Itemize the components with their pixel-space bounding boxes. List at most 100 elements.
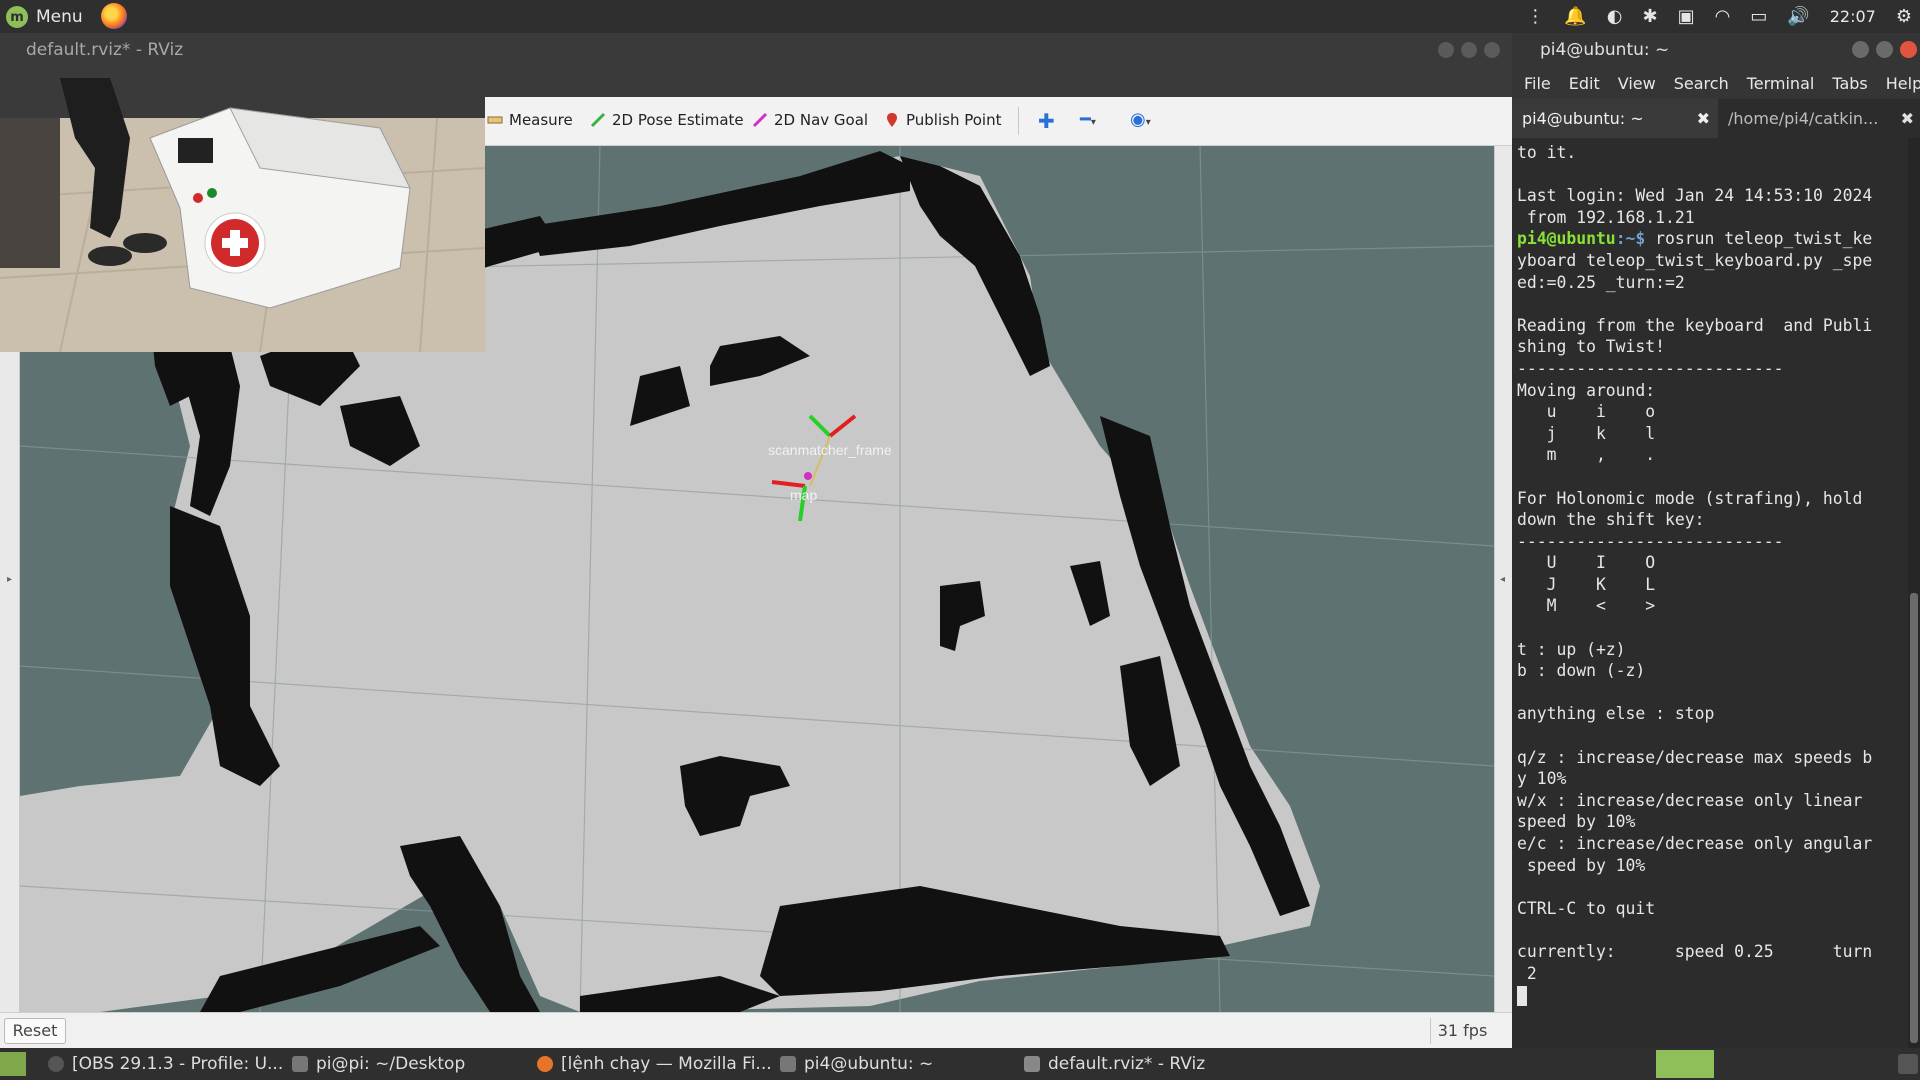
- taskbar-item-firefox[interactable]: [lệnh chạy — Mozilla Fi...: [537, 1048, 772, 1080]
- ruler-icon: [487, 116, 503, 124]
- terminal-minimize-button[interactable]: [1852, 41, 1869, 58]
- terminal-line: m , .: [1517, 445, 1656, 465]
- menu-tabs[interactable]: Tabs: [1832, 74, 1867, 93]
- terminal-line: Moving around:: [1517, 380, 1656, 400]
- rviz-titlebar[interactable]: default.rviz* - RViz: [0, 33, 1512, 67]
- menu-terminal[interactable]: Terminal: [1747, 74, 1815, 93]
- terminal-line: y 10%: [1517, 769, 1567, 789]
- menu-button[interactable]: m Menu: [6, 4, 83, 30]
- maximize-button[interactable]: [1461, 42, 1477, 58]
- top-panel: m Menu ⋮ 🔔 ◐ ✱ ▣ ◠ ▭ 🔊 22:07 ⚙: [0, 0, 1920, 33]
- settings-gear-icon[interactable]: ⚙: [1896, 6, 1912, 27]
- menu-edit[interactable]: Edit: [1569, 74, 1600, 93]
- taskbar-item-obs[interactable]: [OBS 29.1.3 - Profile: U...: [48, 1048, 283, 1080]
- terminal-line: U I O: [1517, 553, 1656, 573]
- volume-icon[interactable]: 🔊: [1787, 6, 1809, 27]
- linux-mint-logo-icon: m: [6, 6, 28, 28]
- terminal-tab-bar: pi4@ubuntu: ~ ✖ /home/pi4/catkin... ✖: [1512, 99, 1920, 138]
- scrollbar-thumb[interactable]: [1910, 593, 1918, 1043]
- workspace-indicator[interactable]: [1656, 1050, 1714, 1078]
- measure-tool[interactable]: Measure: [487, 111, 573, 129]
- prompt-path: :~$: [1615, 229, 1656, 249]
- terminal-line: to it.: [1517, 143, 1577, 162]
- add-tool-plus-icon[interactable]: ✚: [1038, 109, 1055, 133]
- close-button[interactable]: [1484, 42, 1500, 58]
- publish-point-label: Publish Point: [906, 111, 1002, 129]
- terminal-line: q/z : increase/decrease max speeds b: [1517, 747, 1873, 767]
- terminal-output[interactable]: to it. Last login: Wed Jan 24 14:53:10 20…: [1512, 138, 1908, 1048]
- terminal-line: CTRL-C to quit: [1517, 898, 1656, 918]
- terminal-window-title: pi4@ubuntu: ~: [1540, 40, 1670, 60]
- menu-help[interactable]: Help: [1886, 74, 1920, 93]
- tray-app-icon[interactable]: [1898, 1054, 1918, 1074]
- minimize-button[interactable]: [1438, 42, 1454, 58]
- robot-camera-image: [0, 78, 485, 352]
- terminal-lines-after: yboard teleop_twist_keyboard.py _spe ed:=…: [1517, 250, 1908, 984]
- green-arrow-icon: [590, 112, 606, 128]
- bluetooth-icon[interactable]: ✱: [1642, 6, 1657, 27]
- right-dock-collapse[interactable]: ◂: [1494, 146, 1512, 1012]
- terminal-tab-active[interactable]: pi4@ubuntu: ~ ✖: [1512, 99, 1718, 138]
- reset-button[interactable]: Reset: [4, 1018, 66, 1044]
- collapse-arrow-icon[interactable]: ◂: [1500, 574, 1505, 585]
- menu-search[interactable]: Search: [1674, 74, 1729, 93]
- app-indicator-icon[interactable]: ◐: [1607, 6, 1623, 27]
- frame-label-map: map: [790, 487, 817, 503]
- terminal-line: yboard teleop_twist_keyboard.py _spe: [1517, 250, 1873, 270]
- notification-bell-icon[interactable]: 🔔: [1564, 6, 1586, 27]
- system-tray: ⋮ 🔔 ◐ ✱ ▣ ◠ ▭ 🔊 22:07 ⚙: [1526, 0, 1912, 33]
- taskbar: [OBS 29.1.3 - Profile: U... pi@pi: ~/Des…: [0, 1048, 1920, 1080]
- dots-separator-icon: ⋮: [1526, 6, 1545, 27]
- terminal-line: currently: speed 0.25 turn: [1517, 941, 1873, 961]
- terminal-tab-inactive[interactable]: /home/pi4/catkin... ✖: [1718, 99, 1920, 138]
- terminal-lines-before: to it. Last login: Wed Jan 24 14:53:10 20…: [1517, 142, 1908, 228]
- nav-goal-tool[interactable]: 2D Nav Goal: [752, 111, 868, 129]
- terminal-maximize-button[interactable]: [1876, 41, 1893, 58]
- terminal-line: speed by 10%: [1517, 812, 1636, 832]
- expand-arrow-icon[interactable]: ▸: [7, 574, 12, 585]
- tab-label: pi4@ubuntu: ~: [1522, 109, 1644, 128]
- remove-tool-minus-icon[interactable]: ━▾: [1080, 109, 1096, 130]
- terminal-icon: [292, 1056, 308, 1072]
- taskbar-item-terminal-pi4[interactable]: pi4@ubuntu: ~: [780, 1048, 933, 1080]
- terminal-scrollbar[interactable]: [1908, 138, 1920, 1048]
- taskbar-item-terminal-desktop[interactable]: pi@pi: ~/Desktop: [292, 1048, 465, 1080]
- show-desktop-button[interactable]: [0, 1052, 26, 1076]
- tab-close-icon[interactable]: ✖: [1697, 99, 1710, 138]
- battery-icon[interactable]: ▭: [1750, 6, 1767, 27]
- rviz-status-bar: Reset 31 fps: [0, 1012, 1512, 1048]
- terminal-titlebar[interactable]: pi4@ubuntu: ~: [1512, 33, 1920, 67]
- terminal-menubar: File Edit View Search Terminal Tabs Help: [1512, 67, 1920, 99]
- clock[interactable]: 22:07: [1830, 7, 1876, 26]
- firefox-launcher-icon[interactable]: [101, 3, 127, 29]
- prompt-user: pi4@ubuntu: [1517, 229, 1616, 249]
- terminal-line: u i o: [1517, 402, 1656, 422]
- firefox-icon: [537, 1056, 553, 1072]
- taskbar-item-rviz[interactable]: default.rviz* - RViz: [1024, 1048, 1205, 1080]
- taskbar-label: default.rviz* - RViz: [1048, 1054, 1206, 1074]
- prompt-command: rosrun teleop_twist_ke: [1655, 229, 1873, 249]
- taskbar-label: [OBS 29.1.3 - Profile: U...: [72, 1054, 284, 1074]
- pose-estimate-tool[interactable]: 2D Pose Estimate: [590, 111, 744, 129]
- wifi-icon[interactable]: ◠: [1715, 6, 1731, 27]
- publish-point-tool[interactable]: Publish Point: [884, 111, 1001, 129]
- measure-label: Measure: [509, 111, 573, 129]
- nav-goal-label: 2D Nav Goal: [774, 111, 869, 129]
- pose-estimate-label: 2D Pose Estimate: [612, 111, 744, 129]
- tab-close-icon[interactable]: ✖: [1901, 99, 1914, 138]
- fps-readout: 31 fps: [1430, 1018, 1494, 1044]
- terminal-line: w/x : increase/decrease only linear: [1517, 790, 1863, 810]
- camera-view-eye-icon[interactable]: ◉▾: [1130, 109, 1151, 130]
- network-card-icon[interactable]: ▣: [1678, 6, 1695, 27]
- menu-view[interactable]: View: [1618, 74, 1656, 93]
- menu-file[interactable]: File: [1524, 74, 1551, 93]
- map-pin-icon: [887, 113, 897, 127]
- terminal-line: ---------------------------: [1517, 358, 1784, 378]
- terminal-close-button[interactable]: [1900, 41, 1917, 58]
- rviz-window-title: default.rviz* - RViz: [26, 40, 184, 60]
- frame-b-origin: [804, 472, 812, 480]
